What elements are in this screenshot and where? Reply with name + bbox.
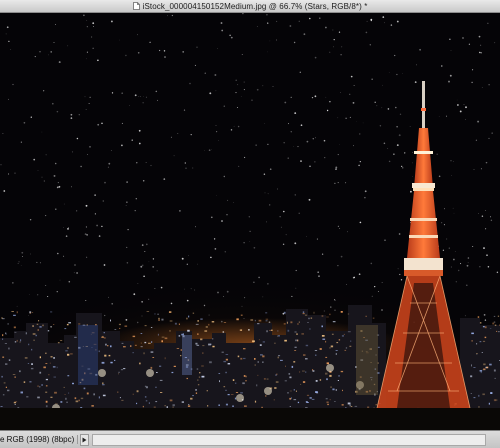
- image-canvas[interactable]: [0, 13, 500, 430]
- document-icon: [132, 2, 140, 10]
- color-profile-info[interactable]: e RGB (1998) (8bpc): [0, 435, 79, 444]
- night-skyline-photo: [0, 13, 500, 430]
- status-bar: e RGB (1998) (8bpc): [0, 430, 500, 448]
- horizontal-scrollbar[interactable]: [92, 433, 486, 446]
- document-title-bar[interactable]: iStock_000004150152Medium.jpg @ 66.7% (S…: [0, 0, 500, 13]
- triangle-right-icon[interactable]: [80, 433, 90, 446]
- document-title: iStock_000004150152Medium.jpg @ 66.7% (S…: [142, 1, 368, 11]
